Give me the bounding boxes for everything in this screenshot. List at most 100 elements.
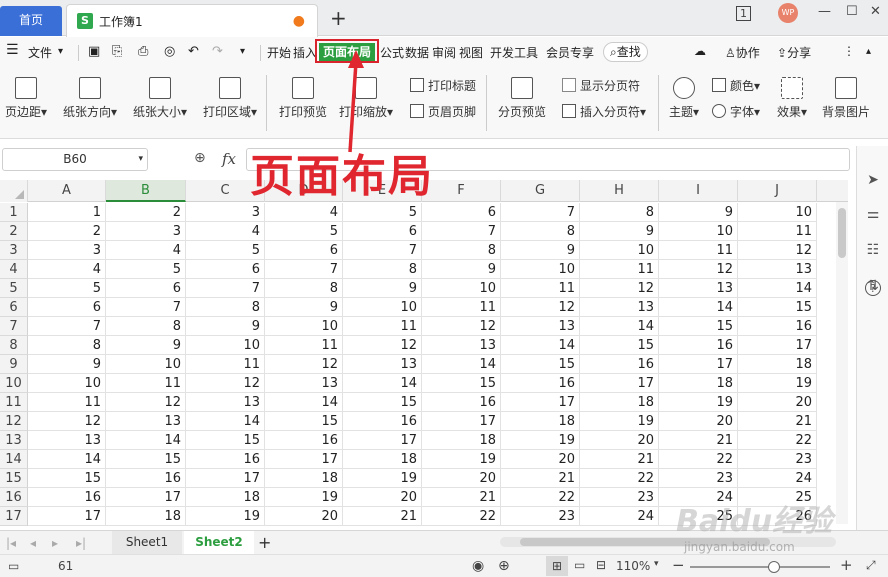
cell[interactable]: 15 xyxy=(659,317,738,336)
cell[interactable]: 12 xyxy=(501,298,580,317)
more-icon[interactable]: ⋮ xyxy=(843,44,855,58)
column-header-a[interactable]: A xyxy=(28,180,106,202)
cell[interactable]: 16 xyxy=(265,431,343,450)
cell[interactable]: 22 xyxy=(501,488,580,507)
cell[interactable]: 17 xyxy=(265,450,343,469)
select-all-corner[interactable] xyxy=(0,180,28,202)
cell[interactable]: 9 xyxy=(106,336,186,355)
cell[interactable]: 7 xyxy=(422,222,501,241)
cell[interactable]: 22 xyxy=(659,450,738,469)
cell[interactable]: 15 xyxy=(265,412,343,431)
cell[interactable]: 23 xyxy=(738,450,817,469)
cell[interactable]: 20 xyxy=(659,412,738,431)
spreadsheet-grid[interactable]: ABCDEFGHIJ 1 1 2 3 4 5 6 7 8 9 10 2 2 3 4 5 6 7 8 9 10 11 3 3 4 5… xyxy=(0,180,848,526)
cell[interactable]: 15 xyxy=(738,298,817,317)
insert-page-break-button[interactable]: 插入分页符▾ xyxy=(562,103,646,120)
cell[interactable]: 8 xyxy=(186,298,265,317)
home-tab[interactable]: 首页 xyxy=(0,6,62,36)
row-header[interactable]: 1 xyxy=(0,203,28,222)
effects-button[interactable]: 效果▾ xyxy=(772,77,812,120)
cell[interactable]: 13 xyxy=(28,431,106,450)
cell[interactable]: 13 xyxy=(580,298,659,317)
cell[interactable]: 8 xyxy=(106,317,186,336)
cell[interactable]: 6 xyxy=(265,241,343,260)
background-image-button[interactable]: 背景图片 xyxy=(818,77,874,120)
row-header[interactable]: 7 xyxy=(0,317,28,336)
share-button[interactable]: ⇪分享 xyxy=(777,44,811,61)
cell[interactable]: 19 xyxy=(265,488,343,507)
cell[interactable]: 19 xyxy=(659,393,738,412)
cell[interactable]: 17 xyxy=(186,469,265,488)
cell[interactable]: 6 xyxy=(343,222,422,241)
cell[interactable]: 21 xyxy=(738,412,817,431)
cell[interactable]: 19 xyxy=(501,431,580,450)
cell[interactable]: 20 xyxy=(738,393,817,412)
avatar[interactable]: WP xyxy=(778,3,798,23)
cell[interactable]: 15 xyxy=(422,374,501,393)
sheet-tab-sheet2[interactable]: Sheet2 xyxy=(184,531,254,554)
cell[interactable]: 21 xyxy=(501,469,580,488)
new-tab-button[interactable]: + xyxy=(330,6,347,30)
cell[interactable]: 18 xyxy=(106,507,186,526)
cell[interactable]: 19 xyxy=(343,469,422,488)
cell[interactable]: 5 xyxy=(186,241,265,260)
print-area-button[interactable]: 打印区域▾ xyxy=(200,77,260,120)
cell[interactable]: 11 xyxy=(343,317,422,336)
cell[interactable]: 16 xyxy=(580,355,659,374)
cell[interactable]: 11 xyxy=(186,355,265,374)
cell[interactable]: 15 xyxy=(580,336,659,355)
cell[interactable]: 8 xyxy=(343,260,422,279)
fonts-button[interactable]: 字体▾ xyxy=(712,103,760,120)
cell[interactable]: 19 xyxy=(738,374,817,393)
cell[interactable]: 6 xyxy=(106,279,186,298)
cell[interactable]: 9 xyxy=(422,260,501,279)
prev-sheet-icon[interactable]: ◂ xyxy=(30,536,36,550)
cell[interactable]: 18 xyxy=(738,355,817,374)
tab-data[interactable]: 数据 xyxy=(405,44,429,61)
cell[interactable]: 10 xyxy=(28,374,106,393)
cell[interactable]: 7 xyxy=(106,298,186,317)
cell[interactable]: 14 xyxy=(422,355,501,374)
preview-icon[interactable]: ◎ xyxy=(164,44,175,59)
cell[interactable]: 9 xyxy=(186,317,265,336)
cell[interactable]: 5 xyxy=(28,279,106,298)
cell[interactable]: 12 xyxy=(186,374,265,393)
cell[interactable]: 10 xyxy=(186,336,265,355)
row-header[interactable]: 15 xyxy=(0,469,28,488)
tab-view[interactable]: 视图 xyxy=(459,44,483,61)
row-header[interactable]: 16 xyxy=(0,488,28,507)
name-box[interactable]: B60 ▾ xyxy=(2,148,148,171)
save-icon[interactable]: ▣ xyxy=(88,44,100,59)
cell[interactable]: 17 xyxy=(106,488,186,507)
cell[interactable]: 14 xyxy=(580,317,659,336)
cell[interactable]: 15 xyxy=(343,393,422,412)
cell[interactable]: 18 xyxy=(580,393,659,412)
cell[interactable]: 20 xyxy=(343,488,422,507)
cell[interactable]: 13 xyxy=(659,279,738,298)
cell[interactable]: 12 xyxy=(422,317,501,336)
cell[interactable]: 12 xyxy=(265,355,343,374)
cell[interactable]: 14 xyxy=(343,374,422,393)
cell[interactable]: 3 xyxy=(186,203,265,222)
cell[interactable]: 7 xyxy=(501,203,580,222)
cell[interactable]: 9 xyxy=(659,203,738,222)
sheet-tab-sheet1[interactable]: Sheet1 xyxy=(112,531,182,554)
cell[interactable]: 7 xyxy=(28,317,106,336)
scroll-thumb[interactable] xyxy=(838,208,846,258)
cell[interactable]: 6 xyxy=(28,298,106,317)
cell[interactable]: 12 xyxy=(659,260,738,279)
cell[interactable]: 10 xyxy=(580,241,659,260)
chevron-down-icon[interactable]: ▾ xyxy=(58,46,63,57)
cell[interactable]: 13 xyxy=(106,412,186,431)
zoom-slider-knob[interactable] xyxy=(768,561,780,573)
row-header[interactable]: 17 xyxy=(0,507,28,526)
cell[interactable]: 12 xyxy=(580,279,659,298)
cell[interactable]: 14 xyxy=(738,279,817,298)
cell[interactable]: 16 xyxy=(186,450,265,469)
row-header[interactable]: 4 xyxy=(0,260,28,279)
fullscreen-icon[interactable]: ⤢ xyxy=(866,558,876,573)
cell[interactable]: 10 xyxy=(738,203,817,222)
cell[interactable]: 11 xyxy=(422,298,501,317)
cell[interactable]: 4 xyxy=(106,241,186,260)
redo-icon[interactable]: ↷ xyxy=(212,44,223,59)
